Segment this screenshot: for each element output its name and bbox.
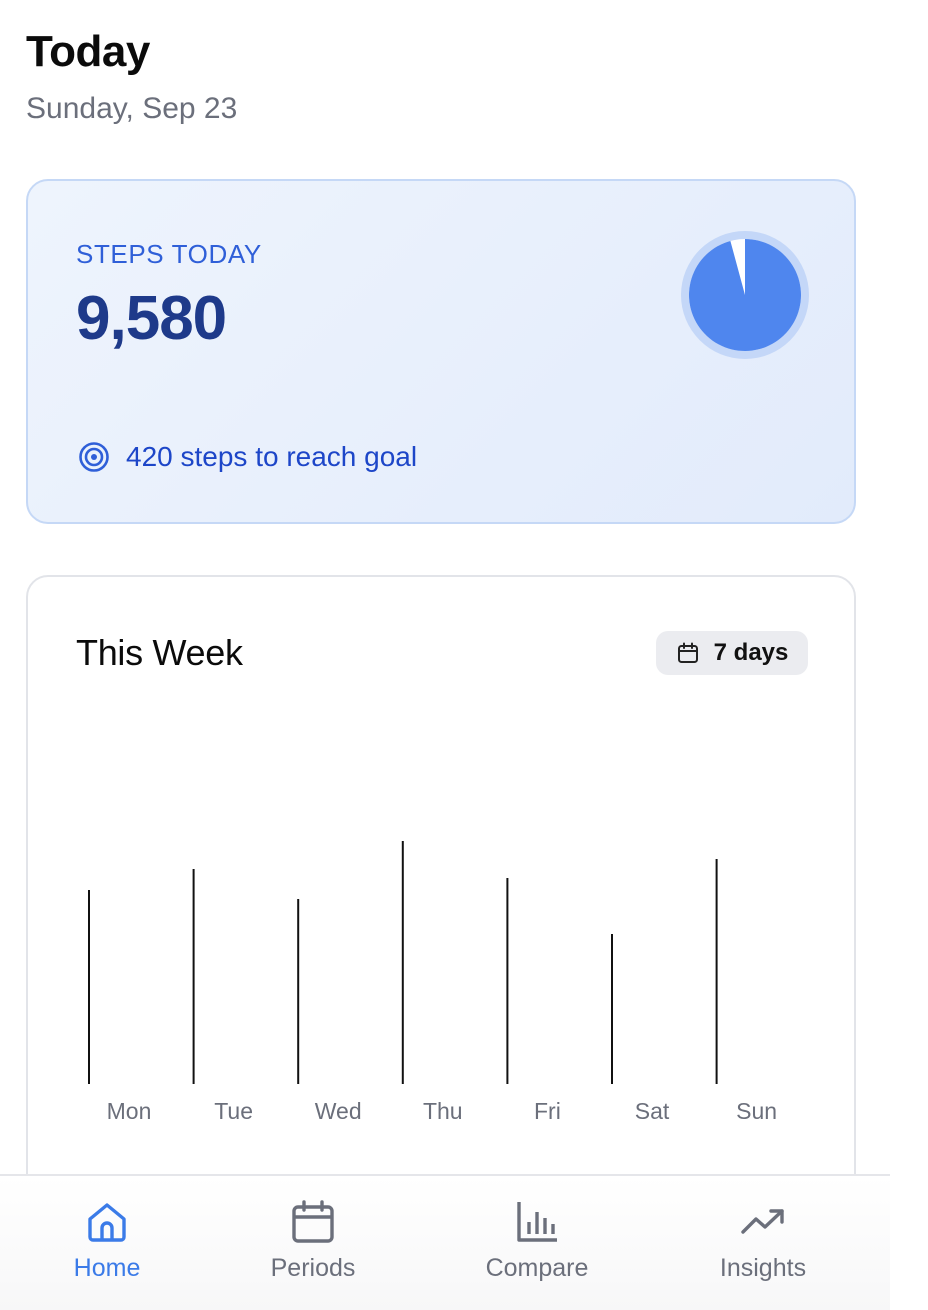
weekly-steps-chart: Mon Tue Wed Thu Fri Sat Sun: [88, 841, 777, 1124]
header: Today Sunday, Sep 23: [26, 26, 237, 126]
tab-label: Insights: [719, 1254, 807, 1282]
calendar-icon: [292, 1200, 334, 1243]
tab-insights[interactable]: Insights: [678, 1198, 848, 1283]
goal-remaining-text: 420 steps to reach goal: [126, 441, 418, 472]
tab-label: Home: [73, 1254, 141, 1282]
page-date: Sunday, Sep 23: [26, 92, 238, 125]
tab-compare[interactable]: Compare: [452, 1198, 622, 1283]
target-icon: [79, 442, 109, 472]
tab-home[interactable]: Home: [22, 1198, 192, 1283]
bottom-tab-bar: Home Periods Compare Insights: [0, 1174, 890, 1310]
day-label-mon: Mon: [107, 1098, 152, 1124]
steps-progress-ring: [681, 231, 809, 359]
tab-label: Periods: [270, 1254, 356, 1282]
day-label-thu: Thu: [423, 1098, 463, 1124]
page-title: Today: [26, 27, 150, 76]
day-label-sat: Sat: [635, 1098, 670, 1124]
steps-today-value: 9,580: [76, 284, 227, 353]
goal-row: 420 steps to reach goal: [78, 441, 417, 473]
steps-progress-fill: [689, 239, 802, 351]
day-label-wed: Wed: [315, 1098, 362, 1124]
steps-today-label: STEPS TODAY: [76, 239, 262, 269]
today-screen: Today Sunday, Sep 23 STEPS TODAY 9,580 4…: [0, 0, 928, 1310]
tab-label: Compare: [485, 1254, 589, 1282]
day-label-fri: Fri: [534, 1098, 561, 1124]
steps-today-card[interactable]: STEPS TODAY 9,580 420 steps to reach goa…: [26, 179, 856, 524]
day-label-sun: Sun: [736, 1098, 777, 1124]
bar-chart-icon: [517, 1202, 557, 1242]
day-label-tue: Tue: [214, 1098, 253, 1124]
tab-periods[interactable]: Periods: [228, 1198, 398, 1283]
home-icon: [88, 1203, 126, 1242]
trending-up-icon: [741, 1209, 784, 1234]
